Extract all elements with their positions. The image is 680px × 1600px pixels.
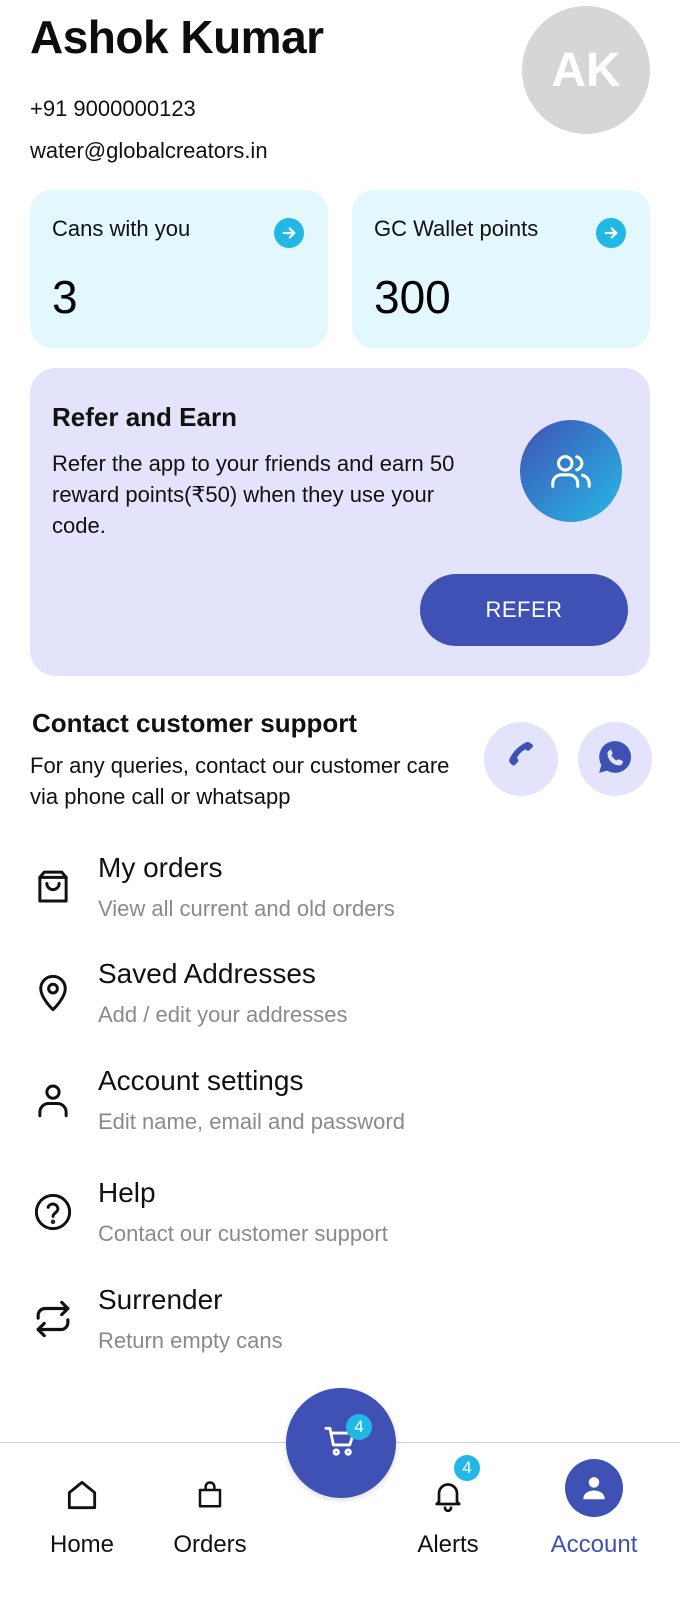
nav-label: Account	[550, 1531, 638, 1558]
user-name: Ashok Kumar	[30, 11, 324, 63]
cart-button[interactable]: 4	[286, 1388, 396, 1498]
repeat-icon	[30, 1296, 76, 1342]
menu-item-title: My orders	[98, 852, 223, 883]
cans-label: Cans with you	[52, 216, 191, 241]
menu-item-saved-addresses[interactable]: Saved Addresses Add / edit your addresse…	[30, 958, 650, 1038]
menu-item-subtitle: Add / edit your addresses	[98, 1002, 348, 1027]
cans-card[interactable]: Cans with you 3	[30, 190, 328, 348]
whatsapp-icon	[595, 737, 635, 782]
user-icon	[30, 1077, 76, 1123]
help-circle-icon	[30, 1189, 76, 1235]
menu-item-subtitle: Edit name, email and password	[98, 1109, 405, 1134]
menu-item-help[interactable]: Help Contact our customer support	[30, 1177, 650, 1257]
cart-badge: 4	[346, 1414, 372, 1440]
nav-label: Home	[49, 1531, 115, 1558]
nav-item-home[interactable]: Home	[22, 1473, 142, 1573]
refer-description: Refer the app to your friends and earn 5…	[52, 451, 455, 538]
customer-support-section: Contact customer support For any queries…	[30, 706, 652, 816]
shopping-bag-icon	[188, 1473, 232, 1517]
profile-header: Ashok Kumar +91 9000000123 water@globalc…	[30, 6, 650, 163]
nav-item-orders[interactable]: Orders	[150, 1473, 270, 1573]
whatsapp-button[interactable]	[578, 722, 652, 796]
menu-item-title: Help	[98, 1177, 156, 1208]
nav-label: Alerts	[417, 1531, 479, 1558]
menu-item-subtitle: View all current and old orders	[98, 896, 395, 921]
users-icon	[520, 420, 622, 522]
shopping-bag-icon	[30, 864, 76, 910]
user-email: water@globalcreators.in	[30, 138, 268, 163]
menu-item-my-orders[interactable]: My orders View all current and old order…	[30, 852, 650, 932]
cans-value: 3	[52, 271, 78, 323]
user-phone: +91 9000000123	[30, 96, 196, 121]
home-icon	[60, 1473, 104, 1517]
phone-icon	[503, 739, 539, 780]
wallet-value: 300	[374, 271, 451, 323]
support-title: Contact customer support	[32, 708, 358, 738]
nav-item-account[interactable]: Account	[534, 1459, 654, 1573]
phone-call-button[interactable]	[484, 722, 558, 796]
menu-item-title: Account settings	[98, 1065, 304, 1096]
arrow-right-circle-icon[interactable]	[274, 218, 304, 248]
refer-button[interactable]: REFER	[420, 574, 628, 646]
wallet-card[interactable]: GC Wallet points 300	[352, 190, 650, 348]
refer-title: Refer and Earn	[52, 402, 237, 432]
alerts-badge: 4	[454, 1455, 480, 1481]
menu-item-account-settings[interactable]: Account settings Edit name, email and pa…	[30, 1065, 650, 1145]
arrow-right-circle-icon[interactable]	[596, 218, 626, 248]
menu-item-title: Surrender	[98, 1284, 223, 1315]
nav-item-alerts[interactable]: 4 Alerts	[388, 1455, 508, 1573]
location-pin-icon	[30, 970, 76, 1016]
menu-item-subtitle: Contact our customer support	[98, 1221, 388, 1246]
avatar[interactable]: AK	[522, 6, 650, 134]
menu-item-subtitle: Return empty cans	[98, 1328, 283, 1353]
nav-label: Orders	[173, 1531, 247, 1558]
refer-card: Refer and Earn Refer the app to your fri…	[30, 368, 650, 676]
account-icon	[565, 1459, 623, 1517]
menu-item-surrender[interactable]: Surrender Return empty cans	[30, 1284, 650, 1364]
menu-item-title: Saved Addresses	[98, 958, 316, 989]
wallet-label: GC Wallet points	[374, 216, 539, 241]
support-description: For any queries, contact our customer ca…	[30, 753, 450, 809]
